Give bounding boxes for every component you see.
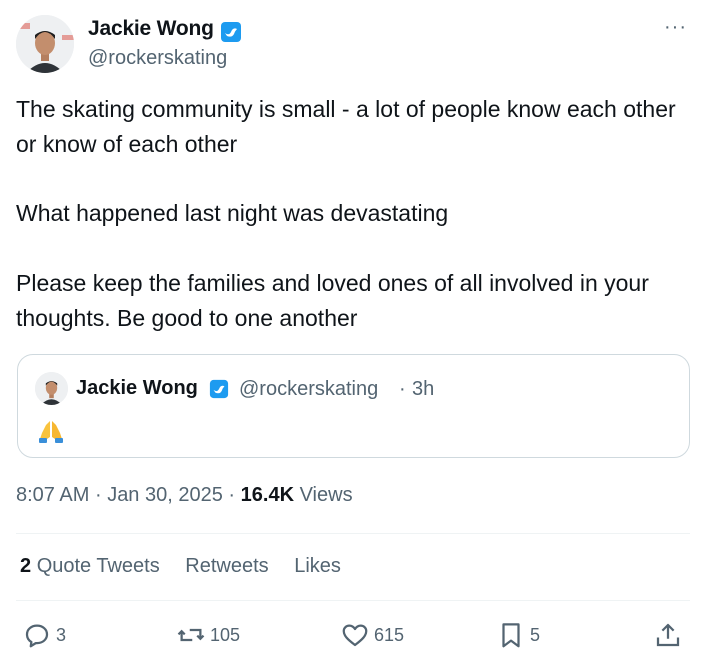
author-handle[interactable]: @rockerskating (88, 47, 227, 70)
quote-author-name: Jackie Wong (76, 377, 198, 399)
tweet-paragraph: What happened last night was devastating (16, 200, 449, 226)
likes-stat[interactable]: Likes (294, 555, 341, 577)
reply-count: 3 (56, 624, 67, 645)
author-name[interactable]: Jackie Wong (88, 17, 214, 41)
quoted-tweet[interactable]: Jackie Wong @rockerskating · 3h (17, 354, 690, 458)
views-label: Views (299, 484, 353, 506)
quote-separator: · (399, 378, 406, 400)
bookmark-count: 5 (530, 624, 541, 645)
quote-author-avatar[interactable] (35, 372, 68, 405)
retweet-icon (177, 628, 205, 642)
verified-badge-icon (221, 22, 241, 42)
reply-button[interactable]: 3 (22, 620, 66, 650)
retweets-stat[interactable]: Retweets (185, 555, 268, 577)
like-count: 615 (374, 624, 405, 645)
divider (16, 533, 690, 534)
verified-badge-icon (209, 379, 229, 399)
divider (16, 600, 690, 601)
bookmark-button[interactable]: 5 (496, 620, 540, 650)
more-options-icon[interactable]: ··· (664, 16, 687, 39)
retweet-count: 105 (210, 624, 241, 645)
bookmark-icon (502, 623, 520, 648)
quote-tweets-count: 2 (20, 555, 32, 577)
like-button[interactable]: 615 (340, 620, 404, 650)
share-button[interactable] (653, 620, 683, 650)
retweet-button[interactable]: 105 (176, 620, 240, 650)
quote-tweets-label: Quote Tweets (36, 555, 160, 577)
tweet-time[interactable]: 8:07 AM (16, 484, 89, 506)
author-avatar[interactable] (16, 15, 74, 73)
tweet-paragraph: The skating community is small - a lot o… (16, 96, 676, 157)
tweet-date[interactable]: Jan 30, 2025 (107, 484, 223, 506)
heart-icon (342, 624, 368, 647)
reply-icon (25, 624, 49, 648)
tweet-card: Jackie Wong @rockerskating ··· The skati… (0, 0, 709, 662)
meta-separator: · (228, 484, 236, 506)
quote-time: 3h (412, 378, 435, 400)
folded-hands-emoji (39, 421, 63, 443)
tweet-meta: 8:07 AM · Jan 30, 2025 · 16.4K Views (16, 484, 353, 507)
quote-author-handle: @rockerskating (239, 378, 379, 400)
share-icon (656, 623, 680, 647)
tweet-paragraph: Please keep the families and loved ones … (16, 270, 649, 331)
meta-separator: · (94, 484, 102, 506)
quote-tweets-stat[interactable]: 2 Quote Tweets (20, 555, 160, 577)
engagement-stats: 2 Quote Tweets Retweets Likes (20, 555, 361, 578)
views-count: 16.4K (240, 484, 295, 506)
